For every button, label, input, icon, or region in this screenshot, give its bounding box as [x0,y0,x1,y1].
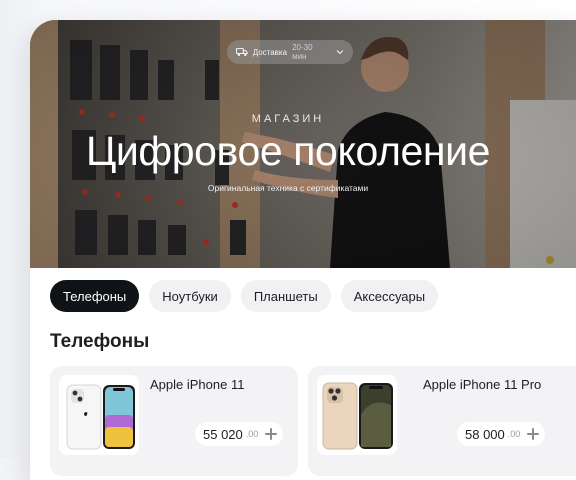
hero-title: Цифровое поколение [85,128,491,174]
chevron-down-icon [336,50,344,55]
truck-icon [236,48,248,57]
price-main: 58 000 [465,426,505,442]
tab-tablets[interactable]: Планшеты [240,280,331,312]
hero-subtitle: Оригинальная техника с сертификатами [207,183,369,193]
add-to-cart-button[interactable]: 58 000 .00 [457,422,546,446]
product-image [317,375,397,455]
price-cents: .00 [507,429,521,439]
product-card-iphone-11[interactable]: Apple iPhone 11 55 020 .00 [50,366,298,476]
store-card: Доставка 20-30 мин МАГАЗИН Цифровое поко… [30,20,576,480]
section-title: Телефоны [50,331,150,352]
tab-phones[interactable]: Телефоны [50,280,140,312]
delivery-label: Доставка [252,47,288,57]
product-name: Apple iPhone 11 [150,377,245,392]
delivery-time: 20-30 мин [292,43,313,61]
hero-kicker: МАГАЗИН [251,113,325,125]
product-card-iphone-11-pro[interactable]: Apple iPhone 11 Pro 58 000 .00 [308,366,576,476]
add-to-cart-button[interactable]: 55 020 .00 [195,422,284,446]
product-name: Apple iPhone 11 Pro [423,377,542,392]
plus-icon [263,426,279,442]
delivery-time-selector[interactable]: Доставка 20-30 мин [227,40,353,64]
price-cents: .00 [245,429,259,439]
product-image [59,375,139,455]
category-tabs: Телефоны Ноутбуки Планшеты Аксессуары [50,280,439,312]
price-main: 55 020 [203,426,243,442]
tab-laptops[interactable]: Ноутбуки [149,280,231,312]
tab-accessories[interactable]: Аксессуары [340,280,439,312]
plus-icon [525,426,541,442]
hero-banner: Доставка 20-30 мин МАГАЗИН Цифровое поко… [30,20,576,268]
